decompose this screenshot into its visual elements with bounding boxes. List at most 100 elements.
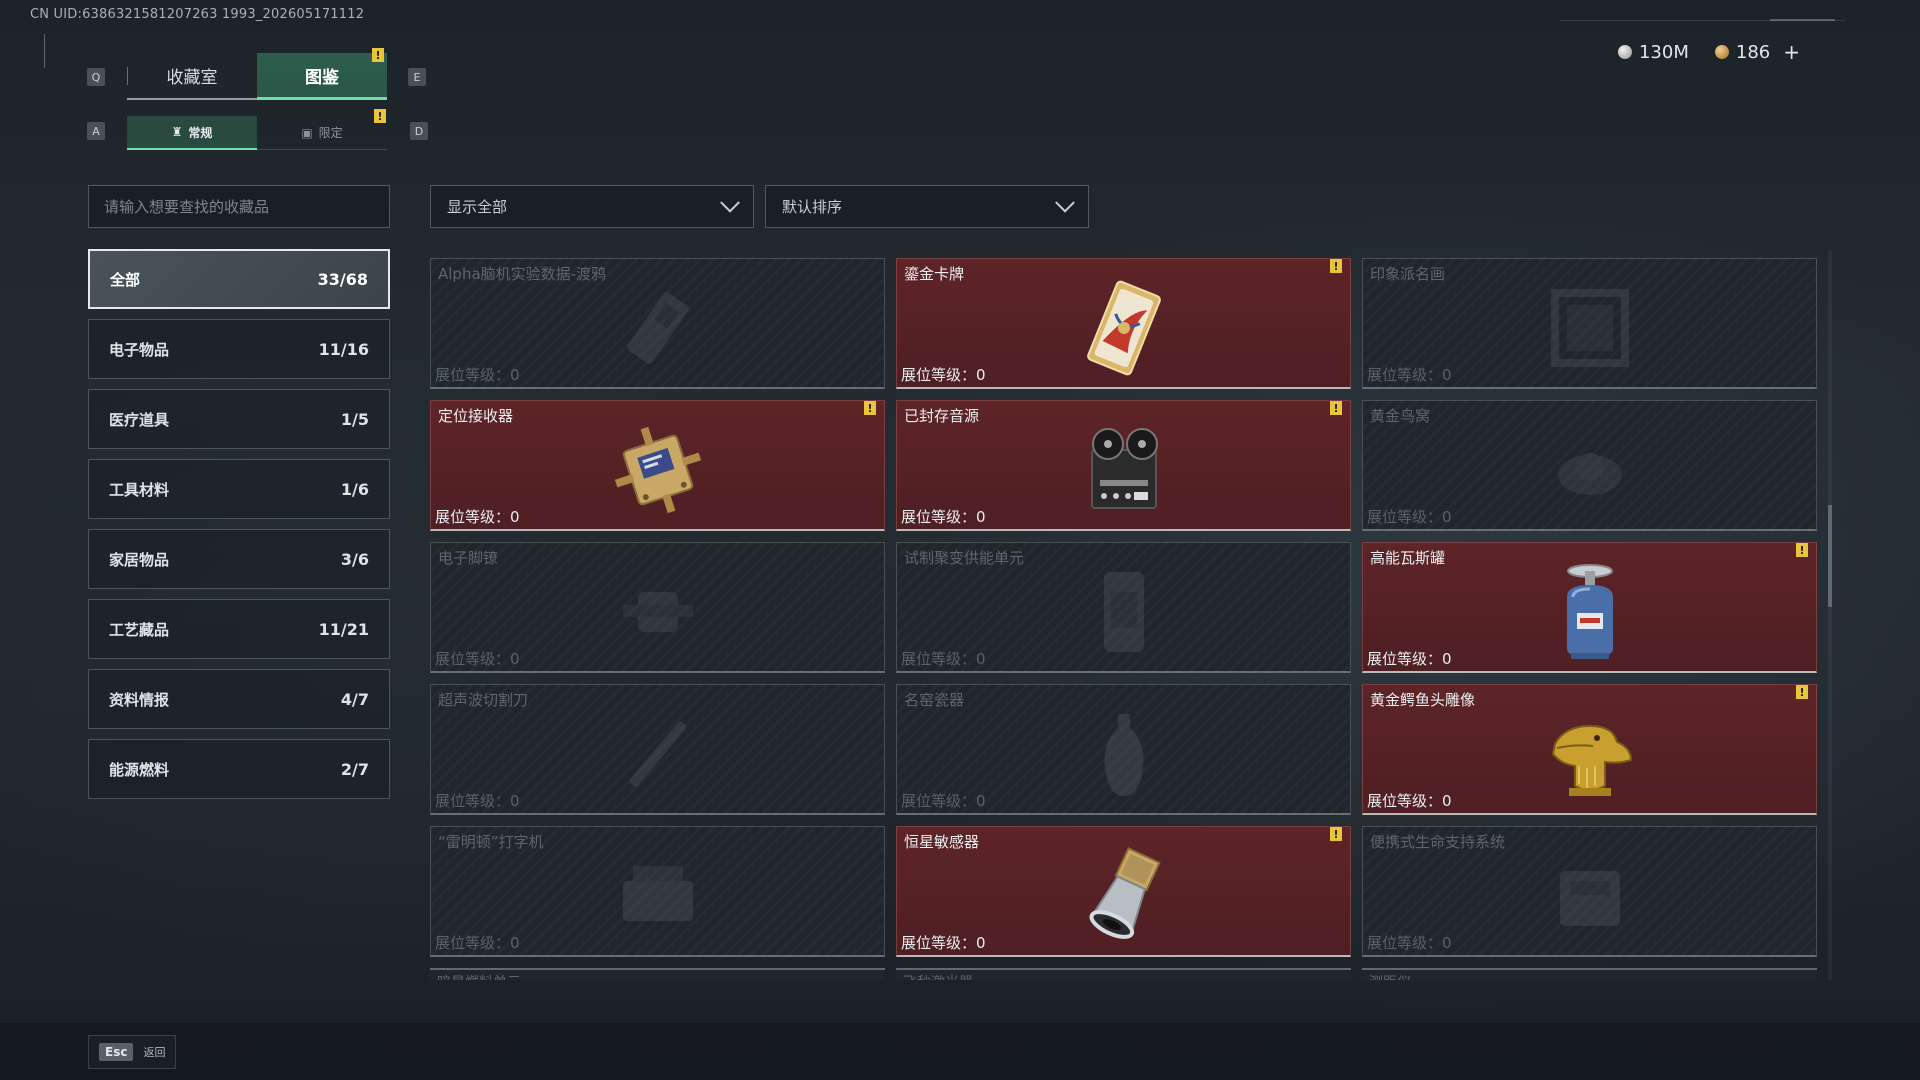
category-count: 33/68 xyxy=(317,269,368,289)
card-name: 黄金鸟窝 xyxy=(1370,407,1431,425)
tab-collection-room[interactable]: 收藏室 xyxy=(127,53,257,100)
collection-card[interactable]: 黄金鸟窝 展位等级：0 xyxy=(1362,400,1817,531)
key-d-hint: D xyxy=(410,122,428,140)
key-a-hint: A xyxy=(87,122,105,140)
card-level: 展位等级：0 xyxy=(435,934,520,952)
card-level: 展位等级：0 xyxy=(901,508,986,526)
filter-dropdown-value: 显示全部 xyxy=(447,198,508,216)
card-name: 印象派名画 xyxy=(1370,265,1446,283)
warning-badge-icon: ! xyxy=(1796,685,1808,699)
sort-dropdown-value: 默认排序 xyxy=(782,198,843,216)
collection-card[interactable]: 恒星敏感器 展位等级：0! xyxy=(896,826,1351,957)
card-name: 电子脚镣 xyxy=(438,549,499,567)
card-level: 展位等级：0 xyxy=(435,650,520,668)
card-name: 试制聚变供能单元 xyxy=(904,549,1025,567)
card-name: 高能瓦斯罐 xyxy=(1370,549,1446,567)
collection-card[interactable]: 试制聚变供能单元 展位等级：0 xyxy=(896,542,1351,673)
card-name: 已封存音源 xyxy=(904,407,980,425)
bird-nest-icon xyxy=(1535,420,1645,520)
category-all[interactable]: 全部 33/68 xyxy=(88,249,390,309)
category-count: 11/16 xyxy=(318,339,369,359)
category-count: 2/7 xyxy=(340,759,369,779)
chevron-down-icon xyxy=(720,192,740,213)
category-label: 工具材料 xyxy=(109,480,170,499)
warning-badge-icon: ! xyxy=(1330,259,1342,273)
footer-bar xyxy=(0,1023,1920,1080)
collection-card[interactable]: Alpha脑机实验数据-渡鸦 展位等级：0 xyxy=(430,258,885,389)
card-level: 展位等级：0 xyxy=(435,508,520,526)
preview-card[interactable]: 飞秒激光器 xyxy=(896,968,1351,980)
card-name: 名窑瓷器 xyxy=(904,691,965,709)
category-tools[interactable]: 工具材料 1/6 xyxy=(88,459,390,519)
gold-coin-icon xyxy=(1714,45,1729,59)
category-label: 全部 xyxy=(110,270,141,289)
grid-scrollbar-thumb[interactable] xyxy=(1828,505,1832,607)
collection-card[interactable]: 鎏金卡牌 展位等级：0! xyxy=(896,258,1351,389)
category-fuel[interactable]: 能源燃料 2/7 xyxy=(88,739,390,799)
life-support-icon xyxy=(1535,846,1645,946)
preview-card[interactable]: 测距仪 xyxy=(1362,968,1817,980)
collection-card[interactable]: 名窑瓷器展位等级：0 xyxy=(896,684,1351,815)
top-divider xyxy=(1560,19,1845,21)
tab-catalog[interactable]: 图鉴 xyxy=(257,53,387,100)
corner-bracket xyxy=(44,34,48,68)
painting-icon xyxy=(1535,278,1645,378)
filter-dropdown[interactable]: 显示全部 xyxy=(430,185,754,228)
reel-recorder-icon xyxy=(1069,420,1179,520)
tab-regular-label: 常规 xyxy=(188,125,213,140)
gold-amount: 186 xyxy=(1735,41,1771,63)
category-count: 11/21 xyxy=(318,619,369,639)
collection-card[interactable]: 便携式生命支持系统 展位等级：0 xyxy=(1362,826,1817,957)
category-crafts[interactable]: 工艺藏品 11/21 xyxy=(88,599,390,659)
category-intel[interactable]: 资料情报 4/7 xyxy=(88,669,390,729)
card-name: 超声波切割刀 xyxy=(438,691,529,709)
category-count: 1/5 xyxy=(340,409,369,429)
collection-card[interactable]: 高能瓦斯罐 展位等级：0! xyxy=(1362,542,1817,673)
back-button[interactable]: Esc 返回 xyxy=(88,1035,177,1069)
card-name: Alpha脑机实验数据-渡鸦 xyxy=(438,265,607,283)
ankle-monitor-icon xyxy=(603,562,713,662)
regular-tab-icon: ♜ xyxy=(171,125,183,139)
collection-grid: Alpha脑机实验数据-渡鸦 展位等级：0 鎏金卡牌 展位等级：0! 印象派名画 展位等级… xyxy=(430,248,1818,980)
currency-bar: 130M 186 + xyxy=(1617,40,1800,64)
category-label: 资料情报 xyxy=(109,690,170,709)
golden-crocodile-icon xyxy=(1535,704,1645,804)
add-currency-button[interactable]: + xyxy=(1783,40,1800,64)
sort-dropdown[interactable]: 默认排序 xyxy=(765,185,1089,228)
card-level: 展位等级：0 xyxy=(901,792,986,810)
silver-coin-icon xyxy=(1617,45,1632,59)
collection-card[interactable]: 电子脚镣展位等级：0 xyxy=(430,542,885,673)
category-medical[interactable]: 医疗道具 1/5 xyxy=(88,389,390,449)
category-label: 能源燃料 xyxy=(109,760,170,779)
tab-limited[interactable]: ▣ 限定 xyxy=(257,116,387,150)
category-label: 家居物品 xyxy=(109,550,170,569)
category-label: 工艺藏品 xyxy=(109,620,170,639)
card-level: 展位等级：0 xyxy=(435,366,520,384)
category-electronics[interactable]: 电子物品 11/16 xyxy=(88,319,390,379)
category-count: 4/7 xyxy=(340,689,369,709)
limited-tab-icon: ▣ xyxy=(301,125,313,140)
preview-card[interactable]: 暗星燃料单元 xyxy=(430,968,885,980)
warning-badge-icon: ! xyxy=(1796,543,1808,557)
collection-card[interactable]: “雷明顿”打字机 展位等级：0 xyxy=(430,826,885,957)
collection-card[interactable]: 已封存音源展位等级：0! xyxy=(896,400,1351,531)
card-name: “雷明顿”打字机 xyxy=(438,833,544,851)
tab-limited-label: 限定 xyxy=(318,126,343,140)
collection-card[interactable]: 超声波切割刀 展位等级：0 xyxy=(430,684,885,815)
category-household[interactable]: 家居物品 3/6 xyxy=(88,529,390,589)
category-label: 电子物品 xyxy=(109,340,170,359)
card-level: 展位等级：0 xyxy=(1367,792,1452,810)
silver-currency: 130M xyxy=(1617,41,1689,63)
collection-card[interactable]: 印象派名画展位等级：0 xyxy=(1362,258,1817,389)
collection-card[interactable]: 定位接收器 展位等级：0! xyxy=(430,400,885,531)
card-name: 便携式生命支持系统 xyxy=(1370,833,1506,851)
card-level: 展位等级：0 xyxy=(1367,366,1452,384)
silver-amount: 130M xyxy=(1638,41,1689,63)
grid-scrollbar[interactable] xyxy=(1828,250,1832,980)
warning-badge-icon: ! xyxy=(1330,401,1342,415)
collection-card[interactable]: 黄金鳄鱼头雕像 展位等级：0! xyxy=(1362,684,1817,815)
warning-badge-icon: ! xyxy=(374,109,386,123)
tab-regular[interactable]: ♜ 常规 xyxy=(127,116,257,150)
search-input[interactable] xyxy=(88,185,390,228)
gas-canister-icon xyxy=(1535,562,1645,662)
